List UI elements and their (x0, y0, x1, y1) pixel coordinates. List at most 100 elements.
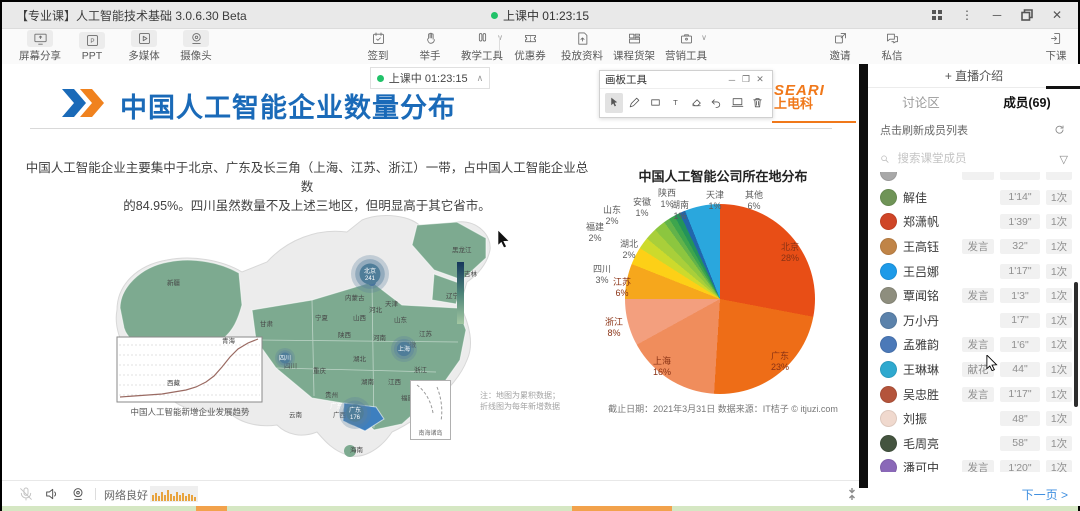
toolbar-label: 举手 (420, 48, 441, 63)
pie-label-其他: 其他6% (745, 190, 763, 212)
member-duration-badge: 1'39" (1000, 214, 1040, 229)
member-duration-badge: 1'20" (1000, 460, 1040, 472)
pencil-tool[interactable] (626, 93, 644, 113)
member-row[interactable]: 王琳琳献花44"1次 (868, 357, 1080, 382)
close-button[interactable]: ✕ (1044, 4, 1070, 26)
member-action-badge: 发言 (962, 288, 994, 303)
province-label: 浙江 (414, 365, 428, 374)
collapse-icon[interactable] (845, 487, 859, 506)
member-row[interactable]: 万小丹1'7"1次 (868, 308, 1080, 333)
toolbar-check-in[interactable]: 签到 (352, 29, 404, 64)
province-label: 湖南 (361, 377, 375, 386)
toolbar-label: 下课 (1046, 48, 1067, 63)
toolbar-material[interactable]: 投放资料 (556, 29, 608, 64)
webcam-icon[interactable] (70, 486, 86, 502)
filter-icon[interactable]: ▽ (1060, 153, 1068, 166)
status-dot-icon (377, 75, 384, 82)
member-row[interactable]: 王吕娜1'17"1次 (868, 259, 1080, 284)
member-name: 刘振 (903, 410, 956, 427)
presentation-canvas[interactable]: 上课中 01:23:15 ∧ 画板工具 ─ ❐ ✕ T SEARI 上电科 中国… (2, 64, 859, 480)
province-label: 云南 (289, 410, 303, 419)
toolbar-teach-tools[interactable]: ∨教学工具 (456, 29, 508, 64)
toolbar-label: 签到 (368, 48, 389, 63)
toolbar-dm[interactable]: 私信 (866, 29, 918, 64)
microphone-muted-icon[interactable] (18, 486, 34, 502)
member-count-badge: 1次 (1046, 411, 1072, 426)
media-icon (131, 30, 157, 47)
pie-label-广东: 广东23% (771, 351, 789, 373)
mouse-cursor-secondary (986, 355, 1001, 371)
toolbar-coupon[interactable]: 优惠券 (504, 29, 556, 64)
toolbar-label: 多媒体 (128, 48, 160, 63)
live-intro-button[interactable]: + 直播介绍 (868, 64, 1080, 88)
member-row[interactable]: 郑潇帆1'39"1次 (868, 210, 1080, 235)
tab-discussion[interactable]: 讨论区 (868, 88, 974, 115)
member-duration-badge: 1'17" (1000, 264, 1040, 279)
tab-members[interactable]: 成员(69) (974, 88, 1080, 115)
member-row[interactable]: 解佳1'14"1次 (868, 185, 1080, 210)
minimize-button[interactable]: ─ (984, 4, 1010, 26)
member-action-badge (962, 172, 994, 180)
member-count-badge: 1次 (1046, 387, 1072, 402)
cursor-icon (608, 96, 621, 109)
panel-close-icon[interactable]: ✕ (753, 74, 767, 85)
toolbar-raise-hand[interactable]: 举手 (404, 29, 456, 64)
layout-grid-icon[interactable] (924, 4, 950, 26)
member-count-badge (1046, 172, 1072, 180)
mouse-cursor (497, 230, 514, 248)
toolbar-shelf[interactable]: 课程货架 (608, 29, 660, 64)
member-row[interactable] (868, 172, 1080, 185)
speaker-icon[interactable] (44, 486, 60, 502)
rectangle-tool[interactable] (646, 93, 664, 113)
member-count-badge: 1次 (1046, 264, 1072, 279)
avatar (880, 287, 897, 304)
toolbar-label: 优惠券 (514, 48, 546, 63)
svg-text:T: T (673, 98, 678, 107)
pie-label-山东: 山东2% (603, 205, 621, 227)
toolbar-media[interactable]: 多媒体 (118, 29, 170, 64)
undo-tool[interactable] (708, 93, 726, 113)
more-menu-icon[interactable]: ⋮ (954, 4, 980, 26)
province-label: 内蒙古 (345, 293, 365, 302)
member-search: ▽ (868, 148, 1080, 170)
toolbar-ppt[interactable]: PPPT (66, 29, 118, 64)
slide-paragraph: 中国人工智能企业主要集中于北京、广东及长三角（上海、江苏、浙江）一带，占中国人工… (22, 159, 592, 216)
audio-waveform (150, 486, 198, 502)
sidebar-scrollbar[interactable] (1074, 282, 1078, 407)
next-page-link[interactable]: 下一页 > (1022, 486, 1068, 503)
south-china-sea-inset: 南海诸岛 (410, 380, 451, 440)
panel-minimize-icon[interactable]: ─ (725, 75, 739, 85)
toolbar-screen-share[interactable]: 屏幕分享 (14, 29, 66, 64)
member-row[interactable]: 覃闻铭发言1'3"1次 (868, 283, 1080, 308)
cursor-tool[interactable] (605, 93, 623, 113)
toolbar-label: 课程货架 (613, 48, 655, 63)
toolbar-invite[interactable]: 邀请 (814, 29, 866, 64)
eraser-tool[interactable] (687, 93, 705, 113)
member-row[interactable]: 毛周亮58"1次 (868, 431, 1080, 456)
member-row[interactable]: 潘可中发言1'20"1次 (868, 456, 1080, 472)
text-tool[interactable]: T (667, 93, 685, 113)
panel-maximize-icon[interactable]: ❐ (739, 74, 753, 85)
panel-title: 画板工具 (605, 72, 725, 87)
whiteboard-tool[interactable] (728, 93, 746, 113)
search-input[interactable] (896, 152, 1054, 166)
refresh-members-button[interactable]: 点击刷新成员列表 (868, 118, 1080, 142)
map-inset-caption: 中国人工智能新增企业发展趋势 (115, 406, 265, 418)
member-row[interactable]: 王高钰发言32"1次 (868, 234, 1080, 259)
toolbar-camera[interactable]: 摄像头 (170, 29, 222, 64)
svg-text:广东: 广东 (349, 406, 361, 414)
pie-chart-title: 中国人工智能公司所在地分布 (587, 166, 859, 185)
app-window: 【专业课】人工智能技术基础 3.0.6.30 Beta 上课中 01:23:15… (2, 2, 1078, 509)
pill-status-text: 上课中 01:23:15 (389, 70, 468, 86)
restore-button[interactable] (1014, 4, 1040, 26)
progress-strip (2, 506, 1078, 511)
pie-label-湖南: 湖南1% (671, 200, 689, 222)
toolbar-marketing[interactable]: ∨营销工具 (660, 29, 712, 64)
member-row[interactable]: 吴忠胜发言1'17"1次 (868, 382, 1080, 407)
member-row[interactable]: 刘振48"1次 (868, 406, 1080, 431)
trash-tool[interactable] (749, 93, 767, 113)
svg-text:北京: 北京 (364, 267, 376, 275)
member-count-badge: 1次 (1046, 190, 1072, 205)
member-row[interactable]: 孟雅韵发言1'6"1次 (868, 333, 1080, 358)
toolbar-end-class[interactable]: 下课 (1030, 29, 1080, 64)
